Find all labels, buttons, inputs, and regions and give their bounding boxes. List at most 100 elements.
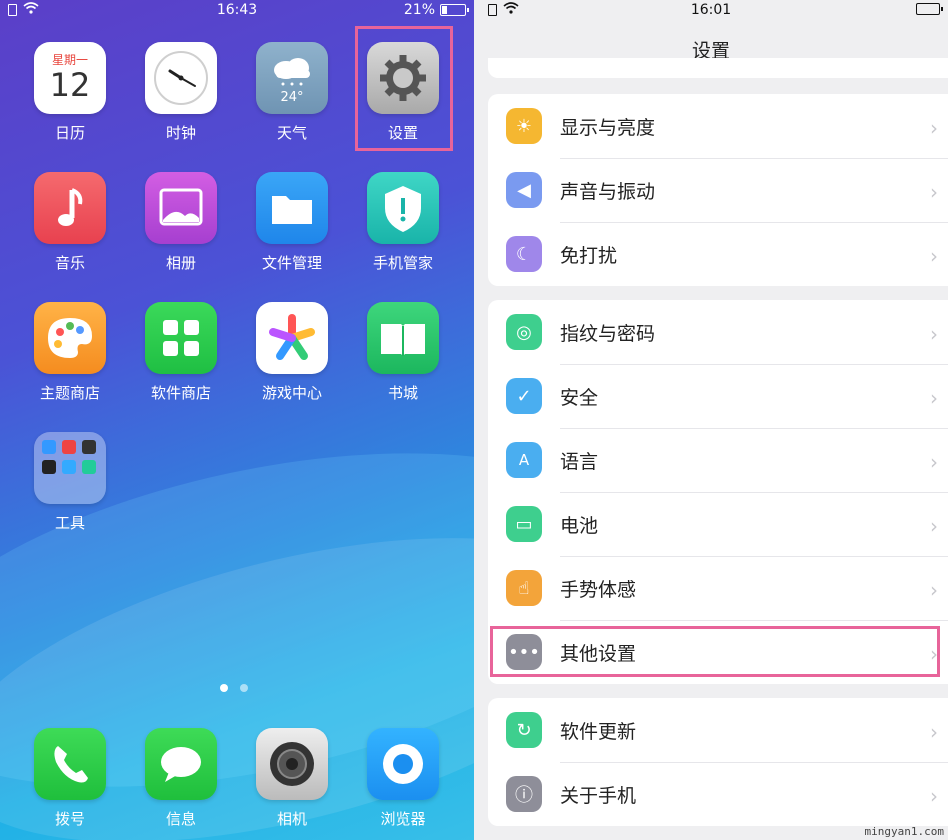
settings-item-security[interactable]: ✓ 安全 › bbox=[488, 364, 948, 428]
calendar-icon: 星期一 12 bbox=[34, 42, 106, 114]
dock-browser[interactable]: 浏览器 bbox=[358, 728, 448, 829]
weather-temp: 24° bbox=[280, 90, 304, 105]
settings-item-label: 手势体感 bbox=[560, 578, 637, 601]
app-weather[interactable]: 24° 天气 bbox=[247, 42, 337, 143]
chevron-right-icon: › bbox=[930, 720, 938, 744]
camera-icon bbox=[256, 728, 328, 800]
app-label: 主题商店 bbox=[39, 384, 100, 402]
app-label: 天气 bbox=[276, 124, 307, 142]
chevron-right-icon: › bbox=[930, 386, 938, 410]
app-label: 时钟 bbox=[165, 124, 196, 142]
brightness-icon: ☀ bbox=[506, 108, 542, 144]
app-gallery[interactable]: 相册 bbox=[136, 172, 226, 273]
language-icon: A bbox=[506, 442, 542, 478]
settings-item-software-update[interactable]: ↻ 软件更新 › bbox=[488, 698, 948, 762]
app-label: 日历 bbox=[54, 124, 85, 142]
app-label: 书城 bbox=[387, 384, 418, 402]
chevron-right-icon: › bbox=[930, 514, 938, 538]
fingerprint-icon: ◎ bbox=[506, 314, 542, 350]
settings-item-label: 安全 bbox=[560, 386, 599, 409]
home-screen: 16:43 21% 星期一 12 日历 时钟 24° 天气 设置 音乐 相册 文… bbox=[0, 0, 474, 840]
game-center-icon bbox=[256, 302, 328, 374]
dock-camera[interactable]: 相机 bbox=[247, 728, 337, 829]
shield-icon bbox=[367, 172, 439, 244]
app-file-manager[interactable]: 文件管理 bbox=[247, 172, 337, 273]
settings-item-label: 关于手机 bbox=[560, 784, 637, 807]
settings-group-display: ☀ 显示与亮度 › ◀ 声音与振动 › ☾ 免打扰 › bbox=[488, 94, 948, 286]
app-calendar[interactable]: 星期一 12 日历 bbox=[25, 42, 115, 143]
app-label: 信息 bbox=[165, 810, 196, 828]
tools-folder-icon bbox=[34, 432, 106, 504]
settings-screen: 16:01 设置 ☀ 显示与亮度 › ◀ 声音与振动 › ☾ 免打扰 › ◎ 指… bbox=[474, 0, 948, 840]
moon-icon: ☾ bbox=[506, 236, 542, 272]
settings-item-language[interactable]: A 语言 › bbox=[488, 428, 948, 492]
settings-item-do-not-disturb[interactable]: ☾ 免打扰 › bbox=[488, 222, 948, 286]
status-time: 16:01 bbox=[690, 2, 732, 18]
message-icon bbox=[145, 728, 217, 800]
chevron-right-icon: › bbox=[930, 322, 938, 346]
battery-status-icon bbox=[916, 3, 943, 15]
app-music[interactable]: 音乐 bbox=[25, 172, 115, 273]
app-label: 软件商店 bbox=[150, 384, 211, 402]
chevron-right-icon: › bbox=[930, 244, 938, 268]
settings-item-label: 指纹与密码 bbox=[560, 322, 656, 345]
update-icon: ↻ bbox=[506, 712, 542, 748]
app-label: 工具 bbox=[54, 514, 85, 532]
battery-status-icon bbox=[440, 4, 469, 16]
browser-icon bbox=[367, 728, 439, 800]
app-label: 游戏中心 bbox=[261, 384, 322, 402]
app-label: 拨号 bbox=[54, 810, 85, 828]
screenshot-composite: 16:43 21% 星期一 12 日历 时钟 24° 天气 设置 音乐 相册 文… bbox=[0, 0, 948, 840]
settings-item-sound-vibration[interactable]: ◀ 声音与振动 › bbox=[488, 158, 948, 222]
app-software-store[interactable]: 软件商店 bbox=[136, 302, 226, 403]
settings-item-label: 语言 bbox=[560, 450, 599, 473]
palette-icon bbox=[34, 302, 106, 374]
settings-group-system: ↻ 软件更新 › ⓘ 关于手机 › bbox=[488, 698, 948, 826]
page-dot bbox=[240, 684, 248, 692]
settings-item-fingerprint-password[interactable]: ◎ 指纹与密码 › bbox=[488, 300, 948, 364]
battery-icon: ▭ bbox=[506, 506, 542, 542]
settings-item-display-brightness[interactable]: ☀ 显示与亮度 › bbox=[488, 94, 948, 158]
settings-item-label: 软件更新 bbox=[560, 720, 637, 743]
chevron-right-icon: › bbox=[930, 784, 938, 808]
settings-item-battery[interactable]: ▭ 电池 › bbox=[488, 492, 948, 556]
security-shield-icon: ✓ bbox=[506, 378, 542, 414]
app-label: 文件管理 bbox=[261, 254, 322, 272]
page-dot-active bbox=[220, 684, 228, 692]
sound-icon: ◀ bbox=[506, 172, 542, 208]
settings-item-label: 免打扰 bbox=[560, 244, 618, 267]
app-bookstore[interactable]: 书城 bbox=[358, 302, 448, 403]
battery-percent: 21% bbox=[403, 2, 435, 18]
status-bar: 16:01 bbox=[474, 0, 948, 22]
music-icon bbox=[34, 172, 106, 244]
app-phone-manager[interactable]: 手机管家 bbox=[358, 172, 448, 273]
dock-dialer[interactable]: 拨号 bbox=[25, 728, 115, 829]
app-label: 音乐 bbox=[54, 254, 85, 272]
calendar-date: 12 bbox=[49, 66, 91, 104]
app-tools-folder[interactable]: 工具 bbox=[25, 432, 115, 533]
settings-item-gestures[interactable]: ☝ 手势体感 › bbox=[488, 556, 948, 620]
settings-group-partial bbox=[488, 58, 948, 78]
app-label: 手机管家 bbox=[372, 254, 433, 272]
settings-item-about-phone[interactable]: ⓘ 关于手机 › bbox=[488, 762, 948, 826]
clock-icon bbox=[145, 42, 217, 114]
app-label: 浏览器 bbox=[380, 810, 426, 828]
chevron-right-icon: › bbox=[930, 180, 938, 204]
app-label: 相册 bbox=[165, 254, 196, 272]
dock-messages[interactable]: 信息 bbox=[136, 728, 226, 829]
info-icon: ⓘ bbox=[506, 776, 542, 812]
chevron-right-icon: › bbox=[930, 116, 938, 140]
page-indicator bbox=[220, 684, 248, 692]
chevron-right-icon: › bbox=[930, 578, 938, 602]
gallery-icon bbox=[145, 172, 217, 244]
app-theme-store[interactable]: 主题商店 bbox=[25, 302, 115, 403]
settings-item-label: 电池 bbox=[560, 514, 599, 537]
chevron-right-icon: › bbox=[930, 450, 938, 474]
app-label: 相机 bbox=[276, 810, 307, 828]
app-clock[interactable]: 时钟 bbox=[136, 42, 226, 143]
watermark: mingyan1.com bbox=[864, 825, 944, 838]
settings-item-label: 声音与振动 bbox=[560, 180, 656, 203]
status-bar: 16:43 21% bbox=[0, 0, 474, 22]
app-game-center[interactable]: 游戏中心 bbox=[247, 302, 337, 403]
weather-icon: 24° bbox=[256, 42, 328, 114]
